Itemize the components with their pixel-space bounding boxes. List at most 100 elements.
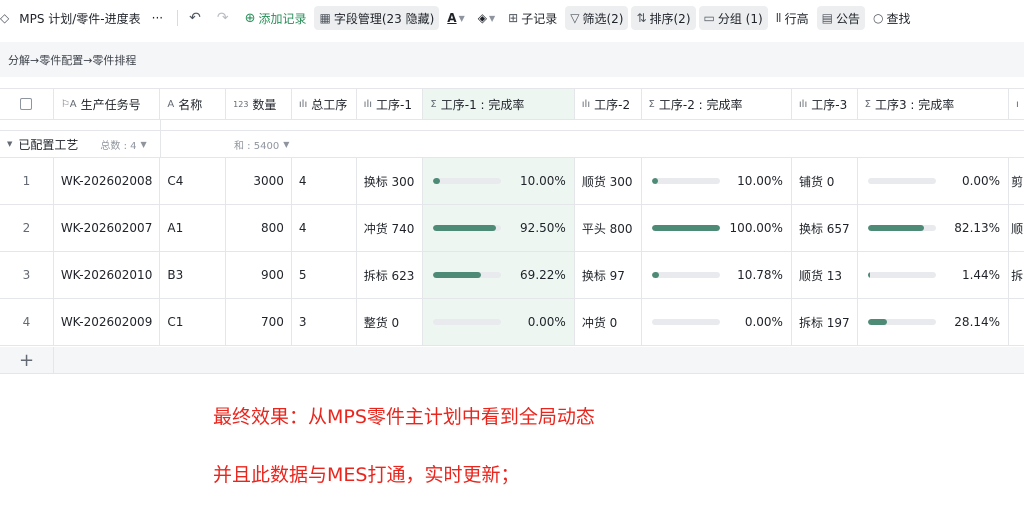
process-2-rate-cell[interactable]: 100.00% [641,205,792,252]
table-view-icon[interactable]: ◇ [0,6,14,30]
notice-button[interactable]: ▤ 公告 [816,6,865,30]
process-2-rate-cell[interactable]: 10.00% [641,158,792,205]
folder-icon: ▭ [703,11,715,25]
add-row[interactable]: + [0,347,1024,374]
quantity-cell[interactable]: 800 [226,205,292,252]
process-1-cell[interactable]: 换标 300 [356,158,424,205]
redo-button[interactable]: ↷ [212,6,237,30]
select-all-cell[interactable] [0,89,54,120]
process-4-cell[interactable] [1009,299,1024,346]
process-2-cell[interactable]: 换标 97 [574,252,642,299]
quantity-cell[interactable]: 700 [226,299,292,346]
group-label-cell[interactable]: ▼ 已配置工艺 总数 : 4 ▼ [0,131,161,158]
process-1-rate-cell[interactable]: 0.00% [423,299,575,346]
column-header-overflow[interactable]: ı [1009,89,1024,120]
progress-bar [867,225,936,231]
column-header-total[interactable]: ılı 总工序 [291,89,357,120]
process-3-rate-cell[interactable]: 28.14% [857,299,1010,346]
process-4-cell[interactable]: 顺 [1009,205,1024,252]
process-3-rate-cell[interactable]: 1.44% [857,252,1010,299]
text-icon: A [167,98,175,110]
column-header-p3[interactable]: ılı 工序-3 [791,89,858,120]
name-cell[interactable]: A1 [160,205,227,252]
column-header-qty[interactable]: 123 数量 [226,89,292,120]
column-header-p2[interactable]: ılı 工序-2 [574,89,642,120]
task-number-cell[interactable]: WK-202602008 [53,158,161,205]
process-3-cell[interactable]: 铺货 0 [791,158,858,205]
table-title[interactable]: MPS 计划/零件-进度表 [19,10,140,27]
process-1-cell[interactable]: 拆标 623 [356,252,424,299]
total-process-cell[interactable]: 4 [291,205,357,252]
row-index[interactable]: 1 [0,158,54,205]
breadcrumb: 分解→零件配置→零件排程 [0,42,1024,77]
table-row[interactable]: 2 WK-202602007 A1 800 4 冲货 740 92.50% 平头 800 100… [0,205,1024,252]
name-cell[interactable]: C4 [160,158,227,205]
process-3-rate-cell[interactable]: 82.13% [857,205,1010,252]
group-sum-cell[interactable]: 和 : 5400 ▼ [227,131,1024,158]
process-3-cell-value: 铺货 0 [798,174,835,189]
column-header-task[interactable]: ⚐A 生产任务号 [53,89,161,120]
column-header-name[interactable]: A 名称 [160,89,227,120]
completion-rate-value: 0.00% [744,315,783,329]
quantity-cell[interactable]: 900 [226,252,292,299]
process-2-rate-cell[interactable]: 10.78% [641,252,792,299]
add-record-button[interactable]: ⊕ 添加记录 [240,6,312,30]
fill-color-button[interactable]: ◈ ▼ [473,6,500,30]
column-header-p2-rate[interactable]: Σ 工序-2 : 完成率 [641,89,792,120]
column-header-p3-rate[interactable]: Σ 工序3 : 完成率 [857,89,1010,120]
column-header-p1[interactable]: ılı 工序-1 [356,89,424,120]
add-row-button[interactable]: + [0,347,54,374]
task-number-cell[interactable]: WK-202602010 [53,252,161,299]
process-1-rate-cell[interactable]: 10.00% [423,158,575,205]
process-3-rate-cell[interactable]: 0.00% [857,158,1010,205]
process-3-cell[interactable]: 顺货 13 [791,252,858,299]
process-2-cell[interactable]: 平头 800 [574,205,642,252]
field-manage-button[interactable]: ▦ 字段管理(23 隐藏) [314,6,440,30]
sort-button[interactable]: ⇅ 排序(2) [631,6,696,30]
process-3-cell[interactable]: 换标 657 [791,205,858,252]
process-1-cell[interactable]: 冲货 740 [356,205,424,252]
row-index-value: 4 [22,315,31,329]
row-index[interactable]: 2 [0,205,54,252]
collapse-triangle-icon[interactable]: ▼ [7,140,12,148]
group-header-row[interactable]: ▼ 已配置工艺 总数 : 4 ▼ 和 : 5400 ▼ [0,130,1024,158]
more-button[interactable]: ··· [147,6,168,30]
filter-button[interactable]: ▽ 筛选(2) [565,6,629,30]
process-2-cell[interactable]: 冲货 0 [574,299,642,346]
process-1-cell[interactable]: 整货 0 [356,299,424,346]
chart-icon: ı [1016,98,1019,110]
quantity-cell[interactable]: 3000 [226,158,292,205]
process-2-rate-cell[interactable]: 0.00% [641,299,792,346]
process-4-cell[interactable]: 拆 [1009,252,1024,299]
task-number-cell[interactable]: WK-202602007 [53,205,161,252]
process-4-cell[interactable]: 剪 [1009,158,1024,205]
group-button[interactable]: ▭ 分组 (1) [698,6,768,30]
name-cell[interactable]: B3 [160,252,227,299]
process-1-rate-cell[interactable]: 69.22% [423,252,575,299]
column-header-p1-rate[interactable]: Σ 工序-1 : 完成率 [423,89,575,120]
sub-record-button[interactable]: ⊞ 子记录 [503,6,562,30]
process-2-cell[interactable]: 顺货 300 [574,158,642,205]
total-process-cell[interactable]: 5 [291,252,357,299]
table-row[interactable]: 1 WK-202602008 C4 3000 4 换标 300 10.00% 顺货 300 10… [0,158,1024,205]
chevron-down-icon[interactable]: ▼ [283,140,289,149]
row-height-button[interactable]: Ⅱ 行高 [771,6,814,30]
search-button[interactable]: ○ 查找 [868,6,916,30]
table-row[interactable]: 4 WK-202602009 C1 700 3 整货 0 0.00% 冲货 0 0.00% 拆标 … [0,299,1024,346]
row-index[interactable]: 4 [0,299,54,346]
table-row[interactable]: 3 WK-202602010 B3 900 5 拆标 623 69.22% 换标 97 10.7… [0,252,1024,299]
total-process-cell-value: 4 [298,221,307,235]
completion-rate-value: 10.78% [737,268,783,282]
column-label: 数量 [252,97,277,112]
process-1-rate-cell[interactable]: 92.50% [423,205,575,252]
chevron-down-icon[interactable]: ▼ [141,140,147,149]
select-all-checkbox[interactable] [20,98,33,110]
name-cell[interactable]: C1 [160,299,227,346]
undo-button[interactable]: ↶ [184,6,209,30]
row-index[interactable]: 3 [0,252,54,299]
total-process-cell[interactable]: 4 [291,158,357,205]
task-number-cell[interactable]: WK-202602009 [53,299,161,346]
total-process-cell[interactable]: 3 [291,299,357,346]
process-3-cell[interactable]: 拆标 197 [791,299,858,346]
text-color-button[interactable]: A ▼ [442,6,469,30]
